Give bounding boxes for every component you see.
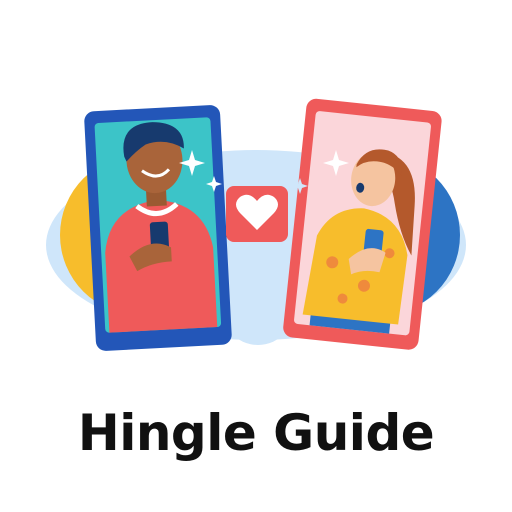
left-phone	[84, 105, 232, 351]
app-title: Hingle Guide	[77, 404, 435, 462]
dating-app-illustration	[46, 98, 466, 351]
right-phone	[283, 98, 442, 350]
heart-badge	[226, 186, 288, 242]
